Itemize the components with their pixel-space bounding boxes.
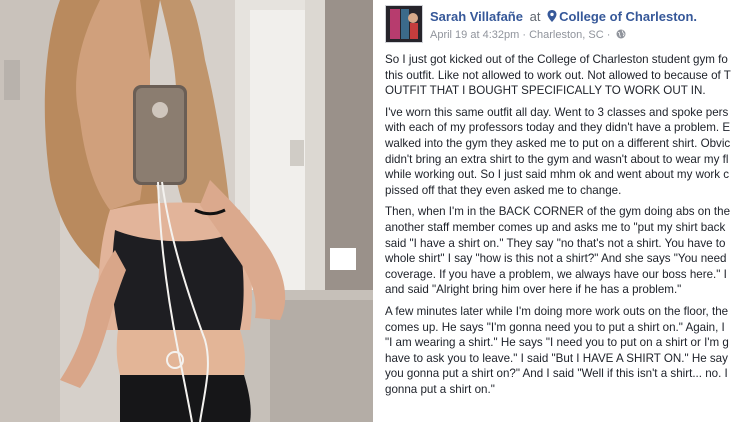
post-city: Charleston, SC [529,29,604,41]
post-body: So I just got kicked out of the College … [385,52,750,403]
post-paragraph: So I just got kicked out of the College … [385,52,750,99]
post-line: whole shirt" I say "how is this not a sh… [385,252,727,266]
author-name-link[interactable]: Sarah Villafañe [430,9,523,24]
post-header: Sarah Villafañe at College of Charleston… [385,5,745,43]
post-paragraph: Then, when I'm in the BACK CORNER of the… [385,204,750,298]
map-pin-icon [547,10,557,22]
post-line: "I am wearing a shirt." He says "I need … [385,336,729,350]
post-line: another staff member comes up and asks m… [385,220,726,234]
post-line: said "I have a shirt on." They say "no t… [385,236,726,250]
post-meta: April 19 at 4:32pm · Charleston, SC · [430,29,626,41]
post-line: you gonna put a shirt on?" And I said "W… [385,367,728,381]
post-line: OUTFIT THAT I BOUGHT SPECIFICALLY TO WOR… [385,84,706,98]
location-link[interactable]: College of Charleston. [559,9,697,24]
post-line: this outfit. Like not allowed to work ou… [385,68,731,82]
post-line: have to ask you to leave." I said "But I… [385,351,728,365]
post-line: comes up. He says "I'm gonna need you to… [385,320,725,334]
post-line: pissed off that they even asked me to ch… [385,183,622,197]
post-line: while working out. So I just said mhm ok… [385,168,730,182]
meta-separator: · [522,29,527,41]
post-line: Then, when I'm in the BACK CORNER of the… [385,205,731,219]
facebook-post: Sarah Villafañe at College of Charleston… [376,0,750,422]
post-title: Sarah Villafañe at College of Charleston… [430,9,697,24]
post-line: A few minutes later while I'm doing more… [385,304,729,318]
post-timestamp-link[interactable]: April 19 at 4:32pm [430,29,519,41]
meta-separator: · [606,29,611,41]
post-line: and said "Alright bring him over here if… [385,283,682,297]
mirror-selfie-photo [0,0,373,422]
post-line: gonna put a shirt on." [385,382,495,396]
post-line: I've worn this same outfit all day. Went… [385,105,729,119]
at-word: at [529,9,541,24]
post-paragraph: I've worn this same outfit all day. Went… [385,105,750,199]
post-line: walked into the gym they asked me to put… [385,136,731,150]
post-line: coverage. If you have a problem, we alwa… [385,267,727,281]
post-line: with each of my professors today and the… [385,121,731,135]
avatar[interactable] [385,5,423,43]
post-line: So I just got kicked out of the College … [385,53,728,66]
post-paragraph: A few minutes later while I'm doing more… [385,304,750,398]
globe-icon [616,29,626,39]
post-line: didn't bring an extra shirt to the gym a… [385,152,729,166]
